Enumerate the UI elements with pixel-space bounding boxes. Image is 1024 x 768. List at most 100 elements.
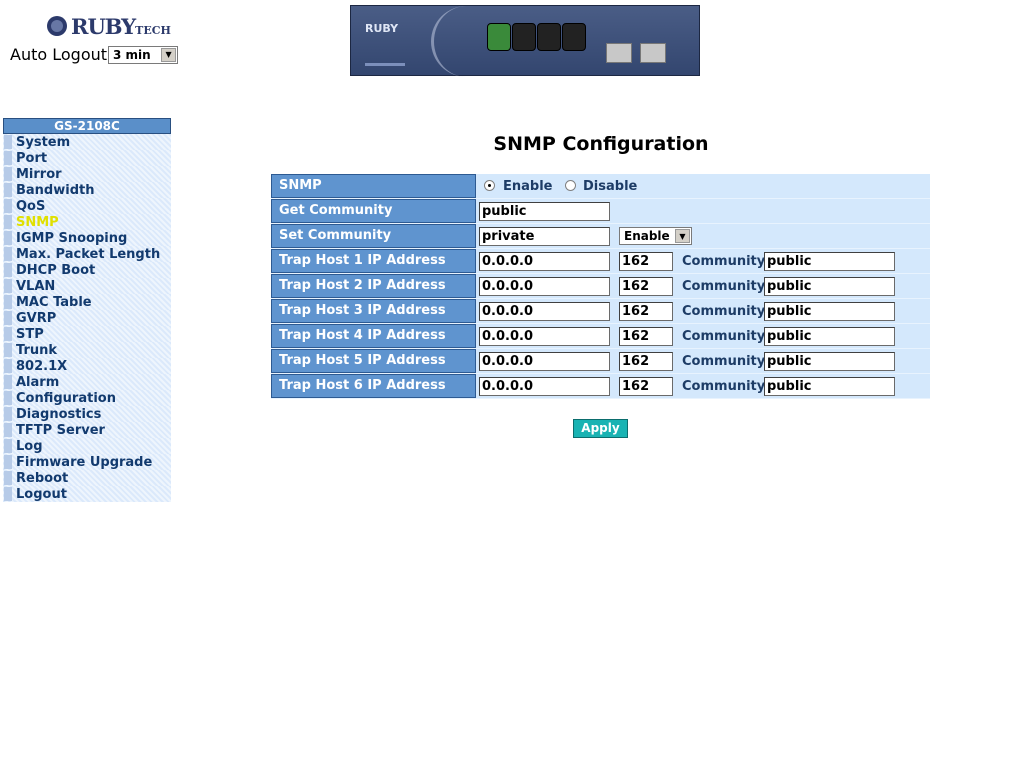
sidebar-item-label: QoS (16, 198, 46, 214)
trap-host-community-input[interactable]: public (764, 302, 895, 321)
snmp-config-table: SNMP Enable Disable Get Community public… (271, 174, 930, 399)
sidebar-item-trunk[interactable]: Trunk (3, 342, 171, 358)
sidebar-item-alarm[interactable]: Alarm (3, 374, 171, 390)
set-community-state-select[interactable]: Enable ▼ (619, 227, 692, 245)
trap-host-community-label: Community (682, 304, 766, 319)
set-community-input[interactable]: private (479, 227, 610, 246)
trap-host-label: Trap Host 2 IP Address (271, 274, 476, 298)
menu-marker-icon (4, 391, 12, 405)
sidebar-item-mirror[interactable]: Mirror (3, 166, 171, 182)
trap-host-port-input[interactable]: 162 (619, 377, 673, 396)
trap-host-row: Trap Host 6 IP Address 0.0.0.0 162 Communit… (271, 374, 930, 399)
logo-word: RUBY (71, 14, 136, 39)
menu-marker-icon (4, 183, 12, 197)
get-community-label: Get Community (271, 199, 476, 223)
sidebar-item-802-1x[interactable]: 802.1X (3, 358, 171, 374)
sidebar-item-firmware-upgrade[interactable]: Firmware Upgrade (3, 454, 171, 470)
trap-host-ip-input[interactable]: 0.0.0.0 (479, 377, 610, 396)
menu-marker-icon (4, 215, 12, 229)
get-community-row: Get Community public (271, 199, 930, 224)
sidebar-item-label: TFTP Server (16, 422, 105, 438)
trap-host-ip-input[interactable]: 0.0.0.0 (479, 277, 610, 296)
trap-host-community-input[interactable]: public (764, 327, 895, 346)
sidebar-item-system[interactable]: System (3, 134, 171, 150)
sidebar-item-gvrp[interactable]: GVRP (3, 310, 171, 326)
menu-marker-icon (4, 231, 12, 245)
sidebar-item-label: DHCP Boot (16, 262, 96, 278)
trap-host-ip-input[interactable]: 0.0.0.0 (479, 352, 610, 371)
sidebar-item-configuration[interactable]: Configuration (3, 390, 171, 406)
trap-host-rows: Trap Host 1 IP Address 0.0.0.0 162 Communit… (271, 249, 930, 399)
trap-host-community-input[interactable]: public (764, 352, 895, 371)
page-title: SNMP Configuration (493, 133, 709, 155)
sidebar-item-label: VLAN (16, 278, 56, 294)
dropdown-arrow-icon[interactable]: ▼ (161, 47, 177, 62)
device-port-2 (512, 23, 536, 51)
sidebar-item-reboot[interactable]: Reboot (3, 470, 171, 486)
sidebar-item-label: Log (16, 438, 43, 454)
trap-host-community-input[interactable]: public (764, 277, 895, 296)
trap-host-community-label: Community (682, 329, 766, 344)
sidebar-item-label: Port (16, 150, 48, 166)
sidebar-list: System Port Mirror Bandwidth QoS SNMP IGMP Sno… (3, 134, 171, 502)
trap-host-community-input[interactable]: public (764, 377, 895, 396)
sidebar-item-label: Configuration (16, 390, 116, 406)
trap-host-port-input[interactable]: 162 (619, 327, 673, 346)
snmp-row: SNMP Enable Disable (271, 174, 930, 199)
sidebar-item-dhcp-boot[interactable]: DHCP Boot (3, 262, 171, 278)
trap-host-community-input[interactable]: public (764, 252, 895, 271)
menu-marker-icon (4, 375, 12, 389)
device-sfp-1 (606, 43, 632, 63)
sidebar-item-logout[interactable]: Logout (3, 486, 171, 502)
sidebar-item-tftp-server[interactable]: TFTP Server (3, 422, 171, 438)
trap-host-port-input[interactable]: 162 (619, 252, 673, 271)
trap-host-port-input[interactable]: 162 (619, 302, 673, 321)
auto-logout-select[interactable]: 3 min ▼ (108, 45, 179, 64)
trap-host-row: Trap Host 2 IP Address 0.0.0.0 162 Communit… (271, 274, 930, 299)
sidebar-item-bandwidth[interactable]: Bandwidth (3, 182, 171, 198)
sidebar-item-log[interactable]: Log (3, 438, 171, 454)
trap-host-label: Trap Host 6 IP Address (271, 374, 476, 398)
sidebar-menu: GS-2108C System Port Mirror Bandwidth QoS SNM… (3, 118, 171, 502)
sidebar-item-mac-table[interactable]: MAC Table (3, 294, 171, 310)
sidebar-item-diagnostics[interactable]: Diagnostics (3, 406, 171, 422)
logo-sub: TECH (135, 24, 171, 37)
sidebar-item-max-packet-length[interactable]: Max. Packet Length (3, 246, 171, 262)
snmp-disable-label: Disable (583, 179, 638, 194)
sidebar-item-port[interactable]: Port (3, 150, 171, 166)
sidebar-item-qos[interactable]: QoS (3, 198, 171, 214)
sidebar-item-label: Mirror (16, 166, 62, 182)
sidebar-item-label: STP (16, 326, 44, 342)
menu-marker-icon (4, 487, 12, 501)
device-brand: RUBY (365, 22, 399, 35)
dropdown-arrow-icon[interactable]: ▼ (675, 229, 690, 243)
auto-logout-label: Auto Logout (10, 45, 108, 64)
menu-marker-icon (4, 455, 12, 469)
sidebar-item-label: Firmware Upgrade (16, 454, 153, 470)
trap-host-ip-input[interactable]: 0.0.0.0 (479, 252, 610, 271)
sidebar-item-label: System (16, 134, 71, 150)
trap-host-port-input[interactable]: 162 (619, 352, 673, 371)
sidebar-item-label: SNMP (16, 214, 59, 230)
snmp-enable-radio[interactable] (484, 180, 495, 191)
trap-host-port-input[interactable]: 162 (619, 277, 673, 296)
trap-host-label: Trap Host 4 IP Address (271, 324, 476, 348)
apply-button[interactable]: Apply (573, 419, 628, 438)
sidebar-title: GS-2108C (3, 118, 171, 134)
get-community-input[interactable]: public (479, 202, 610, 221)
device-panel-image: RUBY (350, 5, 700, 77)
trap-host-row: Trap Host 3 IP Address 0.0.0.0 162 Communit… (271, 299, 930, 324)
trap-host-ip-input[interactable]: 0.0.0.0 (479, 327, 610, 346)
snmp-disable-radio[interactable] (565, 180, 576, 191)
sidebar-item-vlan[interactable]: VLAN (3, 278, 171, 294)
sidebar-item-label: GVRP (16, 310, 57, 326)
sidebar-item-stp[interactable]: STP (3, 326, 171, 342)
menu-marker-icon (4, 327, 12, 341)
sidebar-item-snmp[interactable]: SNMP (3, 214, 171, 230)
device-port-3 (537, 23, 561, 51)
sidebar-item-label: MAC Table (16, 294, 92, 310)
trap-host-ip-input[interactable]: 0.0.0.0 (479, 302, 610, 321)
sidebar-item-igmp-snooping[interactable]: IGMP Snooping (3, 230, 171, 246)
snmp-label: SNMP (271, 174, 476, 198)
trap-host-label: Trap Host 3 IP Address (271, 299, 476, 323)
